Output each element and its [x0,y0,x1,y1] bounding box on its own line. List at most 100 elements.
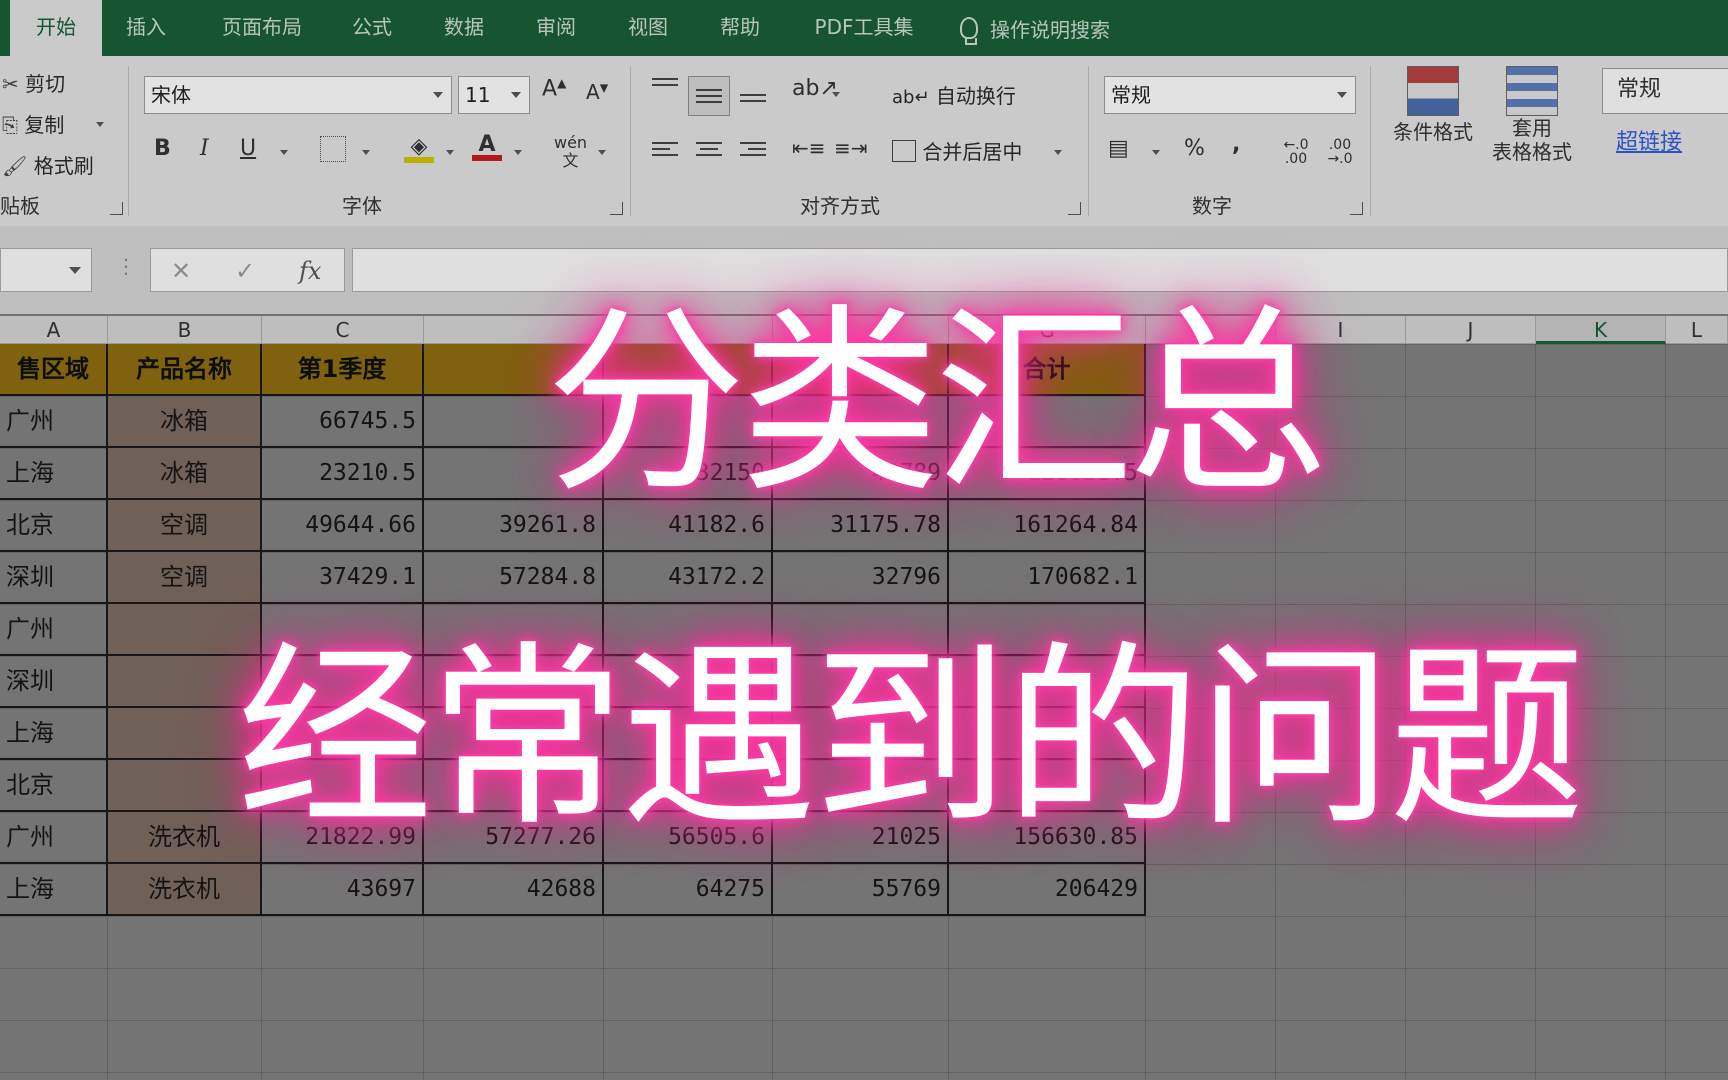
font-color-dropdown-caret-icon[interactable] [514,150,522,155]
phonetic-guide-button[interactable]: wén 文 [554,134,587,170]
tab-help[interactable]: 帮助 [704,0,776,56]
phonetic-char-icon: 文 [562,151,579,170]
cut-label: 剪切 [25,72,66,96]
cell-style-hyperlink[interactable]: 超链接 [1616,124,1682,156]
wrap-text-icon: ab↵ [892,87,930,108]
font-color-icon[interactable]: A [472,132,502,161]
font-color-letter-icon: A [478,132,496,157]
alignment-launcher-icon[interactable] [1068,202,1081,215]
table-cell[interactable]: 55769 [773,864,949,916]
orientation-dropdown-caret-icon[interactable] [832,92,840,97]
chevron-down-icon [511,92,521,98]
bold-button[interactable]: B [154,136,171,161]
wrap-text-label: 自动换行 [935,84,1016,108]
orientation-icon[interactable]: ab↗ [792,76,838,101]
copy-button[interactable]: ⎘ 复制 [2,109,64,138]
borders-dropdown-caret-icon[interactable] [362,150,370,155]
tab-review[interactable]: 审阅 [520,0,592,56]
number-launcher-icon[interactable] [1350,202,1363,215]
wrap-text-button[interactable]: ab↵ 自动换行 [892,80,1016,109]
decrease-indent-icon[interactable]: ⇤≡ [792,136,826,160]
align-top-icon[interactable] [652,74,678,90]
conditional-formatting-button[interactable]: 条件格式 [1388,66,1478,145]
conditional-format-label: 条件格式 [1393,120,1473,144]
cut-button[interactable]: ✂ 剪切 [2,68,65,97]
group-separator [1370,66,1371,216]
scissors-icon: ✂ [2,72,19,96]
excel-window: 开始 插入 页面布局 公式 数据 审阅 视图 帮助 PDF工具集 操作说明搜索 … [0,0,1728,1080]
group-separator [128,66,129,216]
table-cell[interactable]: 上海 [0,864,108,916]
conditional-format-icon [1407,66,1459,116]
font-launcher-icon[interactable] [610,202,623,215]
ribbon-tab-bar: 开始 插入 页面布局 公式 数据 审阅 视图 帮助 PDF工具集 操作说明搜索 [0,0,1728,56]
increase-decimal-button[interactable]: ←.0 .00 [1276,138,1316,166]
cell-style-normal[interactable]: 常规 [1602,68,1728,114]
accounting-format-icon[interactable]: ▤ [1108,136,1129,161]
tab-data[interactable]: 数据 [428,0,500,56]
phonetic-label: wén [554,133,588,152]
italic-button[interactable]: I [200,136,209,161]
copy-label: 复制 [24,113,65,137]
align-right-icon[interactable] [740,138,766,160]
table-cell[interactable]: 206429 [949,864,1146,916]
tab-view[interactable]: 视图 [612,0,684,56]
fill-color-icon[interactable]: ◈ [404,134,434,163]
chevron-down-icon [1337,92,1347,98]
underline-dropdown-caret-icon[interactable] [280,150,288,155]
tell-me-search[interactable]: 操作说明搜索 [960,0,1110,56]
table-cell[interactable]: 42688 [424,864,604,916]
merge-center-label: 合并后居中 [922,140,1023,164]
overlay-title-line1: 分类汇总 [545,287,1328,520]
table-cell[interactable]: 64275 [604,864,773,916]
tab-home[interactable]: 开始 [10,0,102,56]
lightbulb-icon [960,17,978,45]
borders-icon[interactable] [320,136,346,162]
format-painter-button[interactable]: 🖌 格式刷 [2,150,94,179]
increase-indent-icon[interactable]: ≡⇥ [834,136,868,160]
fill-dropdown-caret-icon[interactable] [446,150,454,155]
percent-style-button[interactable]: % [1184,136,1205,161]
number-format-value: 常规 [1111,83,1151,107]
number-format-select[interactable]: 常规 [1104,76,1356,114]
clipboard-group-label: 贴板 [0,194,40,218]
font-size-value: 11 [465,83,491,107]
ribbon-home-panel: ✂ 剪切 ⎘ 复制 🖌 格式刷 贴板 宋体 11 A▲ A▼ B I U ◈ A… [0,56,1728,227]
comma-style-button[interactable]: , [1232,132,1240,157]
accounting-dropdown-caret-icon[interactable] [1152,150,1160,155]
format-table-label-b: 表格格式 [1492,140,1572,164]
clipboard-launcher-icon[interactable] [110,202,123,215]
paint-bucket-icon: ◈ [410,134,428,159]
decrease-decimal-button[interactable]: .00 →.0 [1320,138,1360,166]
format-as-table-button[interactable]: 套用 表格格式 [1482,66,1582,164]
brush-icon: 🖌 [2,154,28,178]
format-painter-label: 格式刷 [33,154,94,178]
align-left-icon[interactable] [652,138,678,160]
copy-dropdown-caret-icon[interactable] [96,122,104,127]
font-group-label: 字体 [342,194,382,218]
merge-center-button[interactable]: 合并后居中 [892,136,1022,165]
font-name-select[interactable]: 宋体 [144,76,452,114]
table-format-icon [1506,66,1558,116]
align-middle-button[interactable] [688,76,730,116]
tab-page-layout[interactable]: 页面布局 [208,0,316,56]
tab-pdf-tools[interactable]: PDF工具集 [800,0,928,56]
tab-insert[interactable]: 插入 [108,0,184,56]
font-name-value: 宋体 [151,83,191,107]
overlay-title-line2: 经常遇到的问题 [236,625,1585,853]
underline-button[interactable]: U [240,136,256,161]
alignment-group-label: 对齐方式 [800,194,880,218]
grow-font-icon[interactable]: A▲ [542,76,566,101]
tab-formulas[interactable]: 公式 [336,0,408,56]
merge-dropdown-caret-icon[interactable] [1054,150,1062,155]
shrink-font-icon[interactable]: A▼ [586,80,608,104]
align-center-icon[interactable] [696,138,722,160]
table-cell[interactable]: 43697 [262,864,424,916]
align-bottom-icon[interactable] [740,90,766,106]
font-size-select[interactable]: 11 [458,76,530,114]
tell-me-label: 操作说明搜索 [990,17,1110,42]
format-table-label-a: 套用 [1512,116,1552,140]
hyperlink-style-label: 超链接 [1616,130,1683,155]
phonetic-dropdown-caret-icon[interactable] [598,150,606,155]
table-cell[interactable]: 洗衣机 [108,864,262,916]
